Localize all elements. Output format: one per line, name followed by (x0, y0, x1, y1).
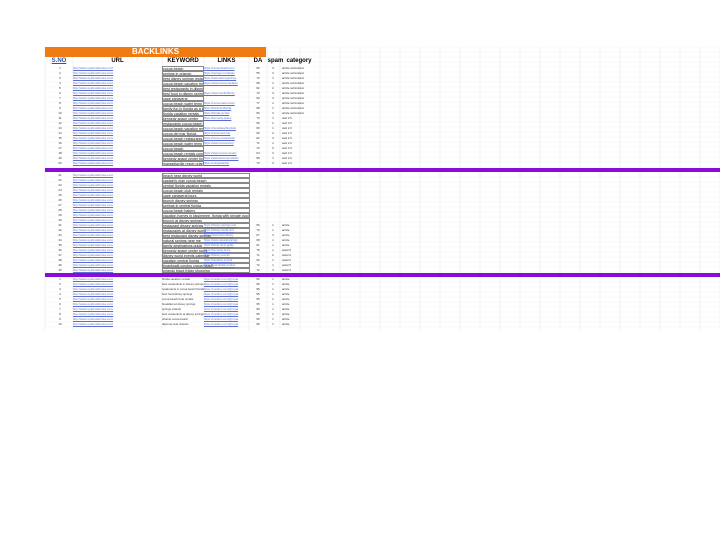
cell-cat: article (282, 322, 290, 326)
cell-no: 20 (58, 161, 62, 165)
cell-spam: 1 (272, 322, 274, 326)
cell-kw[interactable]: margaritaville resort orlando (162, 161, 204, 166)
cell-no: 10 (58, 322, 62, 326)
header-category: category (286, 58, 312, 64)
sheet-title: BACKLINKS (45, 47, 266, 57)
cell-cat: web 2.0 (282, 161, 292, 165)
table-row[interactable]: 20 http://www.royalcoralcruise.com/margar… (45, 161, 292, 166)
section-divider (45, 168, 720, 172)
table-row[interactable]: 10 http://www.royalcoralcruise.com/dayton… (45, 322, 289, 327)
cell-link[interactable]: https://medium.com/@royal (204, 322, 249, 327)
cell-link[interactable]: https://margaritaville (204, 161, 249, 166)
header-url: URL (111, 58, 124, 64)
cell-url[interactable]: http://www.royalcoralcruise.com/ (73, 322, 162, 327)
header-sno[interactable]: S.NO (45, 57, 73, 65)
cell-da: 95 (256, 322, 260, 326)
cell-da: 73 (256, 161, 260, 165)
cell-spam: 3 (272, 161, 274, 165)
header-keyword: KEYWORD (167, 58, 199, 64)
header-links: LINKS (217, 58, 236, 64)
header-spam: spam (267, 58, 284, 64)
cell-url[interactable]: http://www.royalcoralcruise.com/ (73, 161, 162, 166)
header-da: DA (253, 58, 263, 64)
cell-kw[interactable]: daytona near orlando (162, 322, 204, 327)
